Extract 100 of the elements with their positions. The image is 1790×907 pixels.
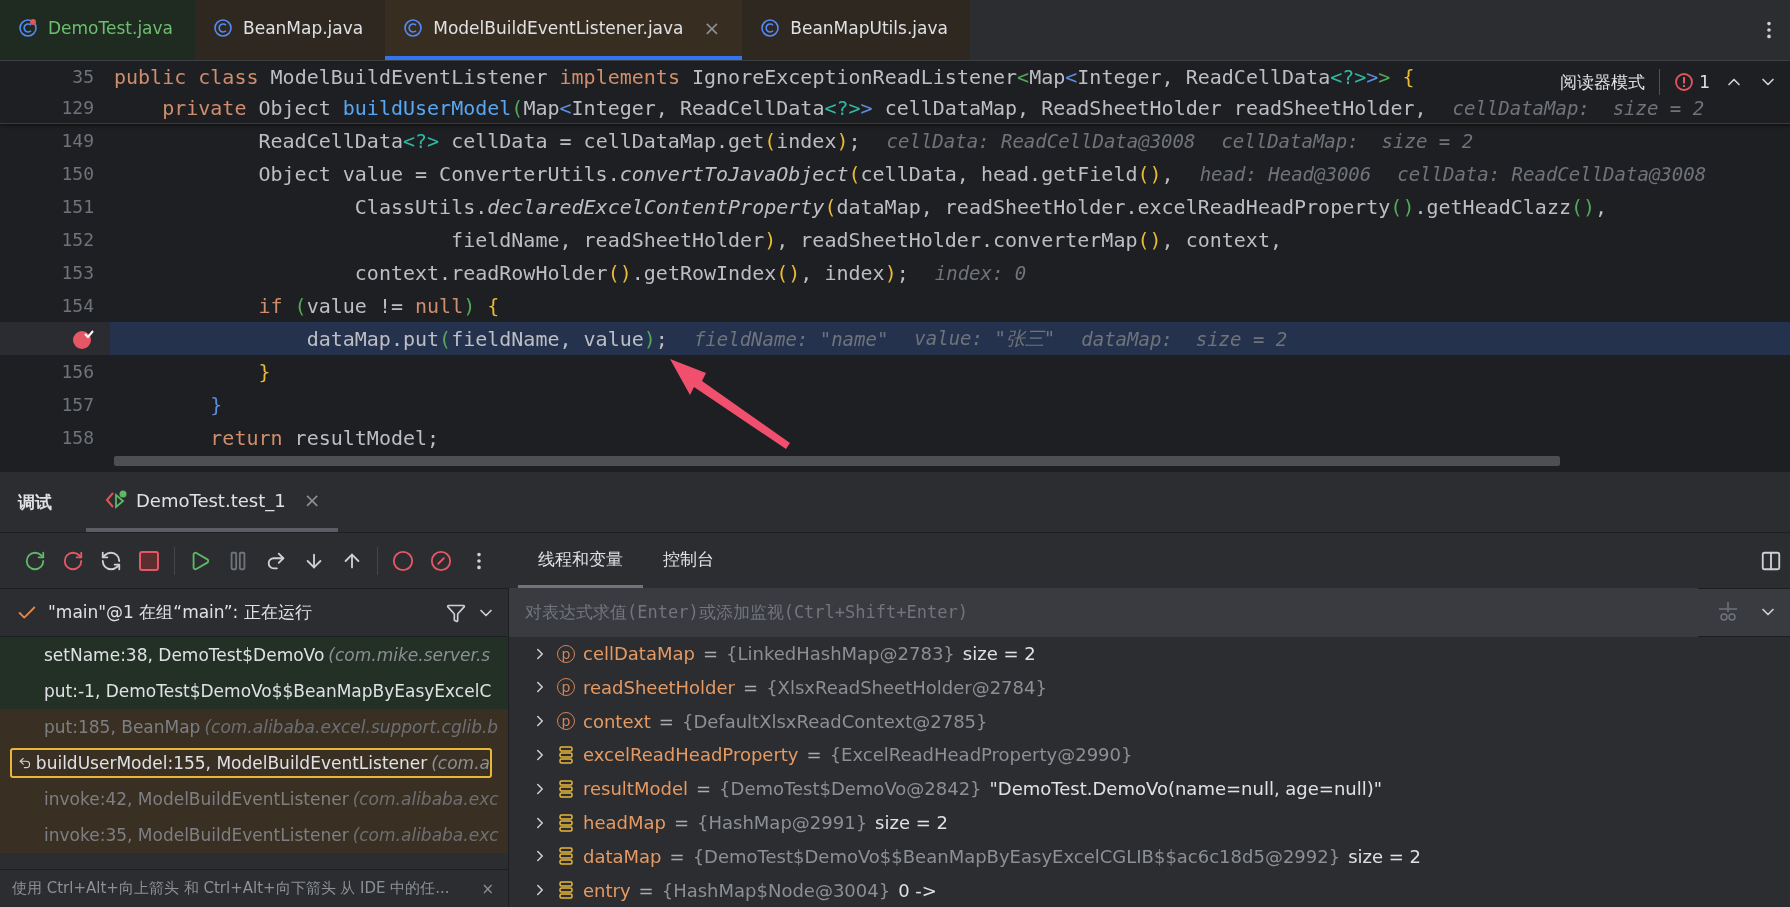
equals-sign: = [806, 744, 822, 766]
line-number: 151 [61, 196, 94, 217]
frame-method: buildUserModel:155, ModelBuildEventListener [35, 753, 428, 773]
editor-tab[interactable]: BeanMap.java [195, 0, 386, 60]
variable-value: size = 2 [875, 812, 948, 833]
mute-breakpoints-icon[interactable] [430, 549, 452, 572]
variable-name: resultModel [583, 778, 688, 800]
object-reference: {HashMap@2991} [697, 812, 868, 833]
object-reference: {DemoTest$DemoVo$$BeanMapByEasyExcelCGLIB$$ac6c18d5@2992} [692, 845, 1341, 867]
line-number: 149 [61, 130, 94, 151]
evaluate-field[interactable]: 对表达式求值(Enter)或添加监视(Ctrl+Shift+Enter) [509, 589, 1790, 637]
editor-tab[interactable]: ModelBuildEventListener.java × [385, 0, 743, 60]
variable-value: 0 -> [898, 879, 937, 901]
object-reference: {LinkedHashMap@2783} [726, 643, 955, 665]
line-number: 154 [61, 295, 94, 316]
inline-hint: index: 0 [934, 261, 1027, 284]
object-reference: {XlsxReadSheetHolder@2784} [766, 676, 1047, 698]
close-icon[interactable]: × [303, 488, 321, 512]
variable-icon [557, 846, 575, 867]
object-reference: {DefaultXlsxReadContext@2785} [681, 710, 988, 732]
code-line: Object value = ConverterUtils.convertToJavaObject(cellData, head.getField(), [258, 161, 1174, 186]
equals-sign: = [743, 676, 759, 698]
thread-selector[interactable]: "main"@1 在组“main”: 正在运行 [48, 601, 436, 624]
object-reference: {HashMap$Node@3004} [661, 879, 891, 901]
class-icon [403, 18, 424, 38]
frame-package: (com.a [431, 753, 490, 773]
layout-icon[interactable] [1760, 549, 1782, 572]
frame-row[interactable]: put:-1, DemoTest$DemoVo$$BeanMapByEasyExcelC [0, 673, 508, 709]
close-icon[interactable]: × [481, 879, 494, 898]
error-icon [1674, 72, 1695, 92]
scrollbar[interactable] [114, 456, 1560, 466]
class-icon [760, 18, 781, 38]
code-line: context.readRowHolder().getRowIndex(), index); [354, 260, 909, 285]
frame-package: (com.alibaba.exc [352, 789, 499, 809]
variable-value: size = 2 [962, 643, 1036, 665]
line-number: 35 [72, 66, 94, 87]
code-line: dataMap.put(fieldName, value); [306, 326, 668, 351]
debug-icon [104, 489, 128, 511]
problems-count[interactable]: 1 [1699, 72, 1710, 92]
equals-sign: = [673, 812, 690, 833]
inline-hint: cellData: ReadCellData@3008 [886, 129, 1196, 152]
inline-hint: cellData: ReadCellData@3008 [1397, 162, 1707, 185]
stop-icon[interactable] [138, 549, 160, 572]
frame-package: (com.alibaba.exc [352, 825, 499, 845]
code-line: ClassUtils.declaredExcelContentProperty(dataMap, readSheetHolder.excelReadHeadProperty().getHeadClazz(), [354, 194, 1608, 219]
rerun-icon[interactable] [24, 549, 46, 572]
reader-mode-link[interactable]: 阅读器模式 [1560, 70, 1646, 94]
code-line: ReadCellData<?> cellData = cellDataMap.get(index); [258, 128, 861, 153]
variable-name: dataMap [583, 845, 662, 867]
stack-frame[interactable]: put:-1, DemoTest$DemoVo$$BeanMapByEasyExcelC [10, 676, 492, 706]
object-reference: {ExcelReadHeadProperty@2990} [829, 744, 1133, 766]
variable-name: readSheetHolder [583, 676, 736, 698]
frame-method: invoke:42, ModelBuildEventListener [44, 789, 349, 809]
frame-method: put:185, BeanMap [44, 717, 201, 737]
variable-name: headMap [583, 812, 666, 833]
equals-sign: = [658, 710, 674, 732]
close-icon[interactable]: × [703, 16, 721, 40]
frame-method: setName:38, DemoTest$DemoVo [44, 645, 325, 665]
stack-frame[interactable]: setName:38, DemoTest$DemoVo (com.mike.server.s [10, 640, 492, 670]
variable-icon [557, 880, 575, 901]
restart-icon[interactable] [62, 549, 84, 572]
code-line: private Object buildUserModel(Map<Integer, ReadCellData<?>> cellDataMap, ReadSheetHolder readSheetHolder, [162, 95, 1427, 120]
line-number: 153 [61, 262, 94, 283]
variable-name: context [583, 710, 651, 732]
refresh-icon[interactable] [100, 549, 122, 572]
frame-method: put:-1, DemoTest$DemoVo$$BeanMapByEasyExcelC [44, 681, 492, 701]
frame-row[interactable]: buildUserModel:155, ModelBuildEventListener (com.a [0, 745, 508, 781]
code-line: public class ModelBuildEventListener implements IgnoreExceptionReadListener<Map<Integer, ReadCellData<?>>> { [114, 64, 1415, 89]
equals-sign: = [702, 643, 719, 665]
line-number: 152 [61, 229, 94, 250]
code-line: return resultModel; [210, 425, 440, 450]
frame-package: (com.mike.server.s [328, 645, 491, 665]
line-number: 156 [61, 361, 94, 382]
editor-tab[interactable]: BeanMapUtils.java [742, 0, 970, 60]
view-tab[interactable]: 控制台 [643, 533, 734, 588]
stack-frame[interactable]: buildUserModel:155, ModelBuildEventListener (com.a [10, 748, 492, 778]
code-line: } [258, 359, 271, 384]
code-line: } [210, 392, 223, 417]
code-line: fieldName, readSheetHolder), readSheetHolder.converterMap(), context, [451, 227, 1282, 252]
class-icon [213, 18, 233, 38]
inline-hint: fieldName: "name" [693, 327, 889, 350]
code-line: if (value != null) { [258, 293, 500, 318]
variable-value: "DemoTest.DemoVo(name=null, age=null)" [989, 778, 1383, 800]
inline-hint: head: Head@3006 [1199, 162, 1372, 185]
variable-icon [557, 744, 575, 765]
hint-text: 使用 Ctrl+Alt+向上箭头 和 Ctrl+Alt+向下箭头 从 IDE 中的任... [12, 879, 450, 898]
frame-row[interactable]: setName:38, DemoTest$DemoVo (com.mike.server.s [0, 637, 508, 673]
equals-sign: = [638, 879, 654, 901]
variable-name: entry [583, 879, 631, 901]
breakpoints-icon[interactable] [392, 549, 414, 572]
filter-icon[interactable] [446, 602, 466, 623]
line-number: 157 [61, 394, 94, 415]
inline-hint: value: "张三" [914, 325, 1056, 351]
class-icon [18, 18, 38, 38]
equals-sign: = [669, 845, 685, 867]
editor-tab[interactable]: DemoTest.java [0, 0, 195, 60]
variable-value: size = 2 [1348, 845, 1422, 867]
equals-sign: = [695, 778, 712, 800]
line-number: 158 [61, 427, 94, 448]
frame-package: (com.alibaba.excel.support.cglib.b [204, 717, 499, 737]
